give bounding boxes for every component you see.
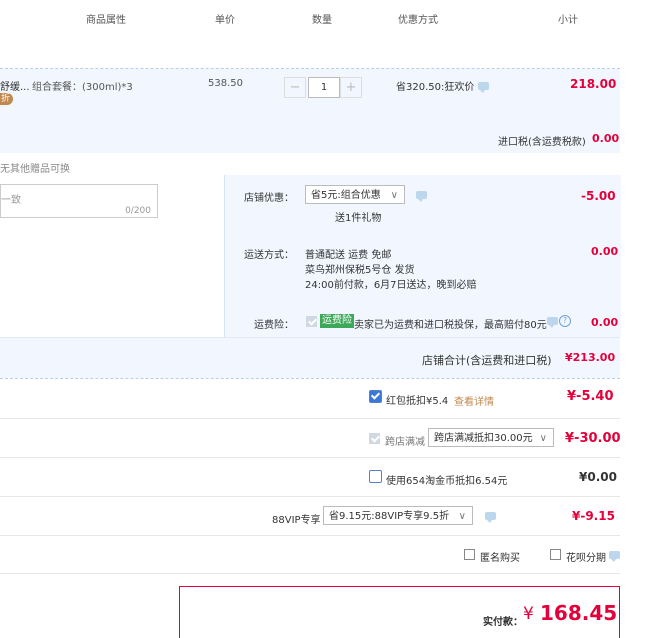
shop-options-panel: 店铺优惠： 省5元:组合优惠 ∨ 送1件礼物 -5.00 运送方式： 普通配送 … xyxy=(224,175,621,337)
chat-icon[interactable] xyxy=(416,191,427,202)
qty-minus-button[interactable]: − xyxy=(284,77,306,98)
vip-label: 88VIP专享 xyxy=(272,515,321,526)
chevron-down-icon: ∨ xyxy=(539,433,547,444)
shipping-value: 0.00 xyxy=(591,245,619,258)
shop-total-label: 店铺合计(含运费和进口税) xyxy=(422,354,552,367)
divider xyxy=(0,496,620,497)
payment-box: 实付款： ¥ 168.45 xyxy=(179,586,620,638)
gift-note: 无其他赠品可换 xyxy=(0,164,70,175)
divider xyxy=(0,418,620,419)
shop-discount-label: 店铺优惠： xyxy=(244,193,294,204)
shop-total-value: ¥213.00 xyxy=(565,351,616,364)
shop-discount-select[interactable]: 省5元:组合优惠 ∨ xyxy=(305,185,405,204)
cross-store-value: ¥-30.00 xyxy=(565,431,621,446)
insurance-checkbox xyxy=(306,316,317,327)
divider xyxy=(0,457,620,458)
item-name[interactable]: 舒缓... xyxy=(0,78,30,93)
taobao-coin-label: 使用654淘金币抵扣6.54元 xyxy=(386,476,508,487)
item-unit-price: 538.50 xyxy=(208,78,243,89)
anonymous-label: 匿名购买 xyxy=(480,553,520,564)
divider xyxy=(0,573,620,574)
redpacket-details-link[interactable]: 查看详情 xyxy=(454,393,494,408)
shipping-line1: 普通配送 运费 免邮 xyxy=(305,250,392,261)
chat-icon[interactable] xyxy=(547,317,558,328)
cross-store-selected: 跨店满减抵扣30.00元 xyxy=(434,433,533,444)
tax-label: 进口税(含运费税款) xyxy=(498,137,586,148)
shipping-line2: 菜鸟郑州保税5号仓 发货 xyxy=(305,265,415,276)
header-attr: 商品属性 xyxy=(86,15,126,26)
qty-plus-button[interactable]: + xyxy=(340,77,362,98)
shipping-line3: 24:00前付款，6月7日送达，晚到必赔 xyxy=(305,280,477,291)
header-price: 单价 xyxy=(215,15,235,26)
table-header: 商品属性 单价 数量 优惠方式 小计 xyxy=(0,0,620,36)
shipping-label: 运送方式： xyxy=(244,250,294,261)
huabei-label: 花呗分期 xyxy=(566,553,606,564)
shop-gift: 送1件礼物 xyxy=(335,213,382,224)
payment-currency: ¥ xyxy=(523,604,534,624)
item-tag: 折 xyxy=(0,93,14,105)
cross-store-checkbox xyxy=(369,433,380,444)
item-variant: 组合套餐：(300ml)*3 xyxy=(32,82,133,93)
chat-icon[interactable] xyxy=(478,82,489,93)
anonymous-checkbox[interactable] xyxy=(464,549,475,560)
huabei-checkbox[interactable] xyxy=(550,549,561,560)
vip-value: ¥-9.15 xyxy=(572,509,615,523)
insurance-badge: 运费险 xyxy=(320,314,354,328)
divider xyxy=(0,535,620,536)
chat-icon[interactable] xyxy=(609,551,620,562)
vip-select[interactable]: 省9.15元:88VIP专享9.5折 ∨ xyxy=(323,506,473,525)
item-subtotal: 218.00 xyxy=(570,77,617,91)
qty-input[interactable]: 1 xyxy=(308,77,340,98)
item-promo: 省320.50:狂欢价 xyxy=(396,82,475,93)
message-textarea[interactable]: 一致 0/200 xyxy=(0,184,158,218)
shop-total-row: 店铺合计(含运费和进口税) ¥213.00 xyxy=(0,337,620,378)
payment-value: 168.45 xyxy=(540,601,618,625)
shop-discount-selected: 省5元:组合优惠 xyxy=(311,190,381,201)
chat-icon[interactable] xyxy=(485,512,496,523)
divider xyxy=(0,378,620,379)
vip-selected: 省9.15元:88VIP专享9.5折 xyxy=(329,511,450,522)
insurance-value: 0.00 xyxy=(591,316,619,329)
taobao-coin-checkbox[interactable] xyxy=(369,470,382,483)
quantity-stepper: − 1 + xyxy=(284,77,362,98)
redpacket-checkbox[interactable] xyxy=(369,390,382,403)
help-icon[interactable]: ? xyxy=(559,315,571,327)
message-counter: 0/200 xyxy=(125,206,151,216)
header-qty: 数量 xyxy=(312,15,332,26)
chevron-down-icon: ∨ xyxy=(390,190,398,201)
item-row: 舒缓... 组合套餐：(300ml)*3 折 538.50 − 1 + 省320… xyxy=(0,69,620,153)
insurance-label: 运费险： xyxy=(254,320,294,331)
tax-value: 0.00 xyxy=(592,132,620,145)
insurance-text: 卖家已为运费和进口税投保，最高赔付80元 xyxy=(354,320,547,331)
payment-label: 实付款： xyxy=(483,617,523,628)
redpacket-label: 红包抵扣¥5.4 xyxy=(386,396,449,407)
taobao-coin-value: ¥0.00 xyxy=(579,470,617,484)
message-placeholder: 一致 xyxy=(1,195,21,206)
cross-store-select[interactable]: 跨店满减抵扣30.00元 ∨ xyxy=(428,428,554,447)
cross-store-label: 跨店满减 xyxy=(385,437,425,448)
chevron-down-icon: ∨ xyxy=(458,511,466,522)
redpacket-value: ¥-5.40 xyxy=(567,389,614,404)
header-subtotal: 小计 xyxy=(558,15,578,26)
header-promo: 优惠方式 xyxy=(398,15,438,26)
shop-discount-value: -5.00 xyxy=(581,189,616,203)
